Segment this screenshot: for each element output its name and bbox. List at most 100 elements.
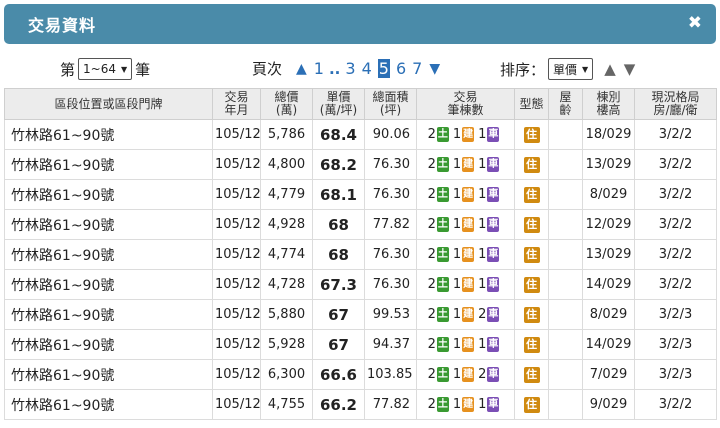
building-badge-icon: 建 xyxy=(462,187,475,202)
cell-address[interactable]: 竹林路61~90號 xyxy=(4,179,213,210)
header-year-month: 交易 年月 xyxy=(212,88,261,120)
land-badge-icon: 土 xyxy=(436,397,449,412)
building-badge-icon: 建 xyxy=(462,307,475,322)
cell-count: 2土1建1車 xyxy=(416,389,515,420)
cell-address[interactable]: 竹林路61~90號 xyxy=(4,119,213,150)
next-page-icon[interactable]: ▼ xyxy=(429,61,440,77)
cell-layout: 3/2/2 xyxy=(634,119,717,150)
building-count: 1 xyxy=(452,337,462,352)
cell-layout: 3/2/2 xyxy=(634,209,717,240)
table-row[interactable]: 竹林路61~90號 105/12 5,928 67 94.37 2 土 1 建 1 車住 14/029… xyxy=(4,329,717,360)
cell-floor: 8/029 xyxy=(582,299,635,330)
table-row[interactable]: 竹林路61~90號 105/12 6,300 66.6 103.85 2 土 1 建 2 車住 7/0… xyxy=(4,359,717,390)
residential-badge-icon: 住 xyxy=(523,336,540,353)
land-badge-icon: 土 xyxy=(436,247,449,262)
close-icon[interactable]: ✖ xyxy=(688,13,702,33)
cell-year-month: 105/12 xyxy=(212,119,261,150)
cell-address[interactable]: 竹林路61~90號 xyxy=(4,269,213,300)
cell-year-month: 105/12 xyxy=(212,149,261,180)
cell-unit-price: 68.1 xyxy=(312,179,365,210)
building-count: 1 xyxy=(452,277,462,292)
cell-address[interactable]: 竹林路61~90號 xyxy=(4,239,213,270)
cell-address[interactable]: 竹林路61~90號 xyxy=(4,299,213,330)
page-link-1[interactable]: 1 xyxy=(314,59,324,78)
page-link-7[interactable]: 7 xyxy=(412,59,422,78)
cell-total-area: 76.30 xyxy=(364,179,417,210)
header-total-area: 總面積 (坪) xyxy=(364,88,417,120)
cell-unit-price: 68 xyxy=(312,209,365,240)
building-count: 1 xyxy=(452,187,462,202)
cell-floor: 14/029 xyxy=(582,269,635,300)
cell-total-price: 4,755 xyxy=(260,389,313,420)
residential-badge-icon: 住 xyxy=(523,186,540,203)
cell-count: 2土1建1車 xyxy=(416,239,515,270)
table-row[interactable]: 竹林路61~90號 105/12 4,928 68 77.82 2 土 1 建 1 車住 12/029… xyxy=(4,209,717,240)
cell-type: 住 xyxy=(514,359,549,390)
building-count: 1 xyxy=(452,307,462,322)
building-count: 1 xyxy=(452,157,462,172)
sort-ascending-icon[interactable]: ▲ xyxy=(604,60,616,78)
cell-age xyxy=(548,209,583,240)
chevron-down-icon: ▼ xyxy=(120,64,128,74)
cell-year-month: 105/12 xyxy=(212,329,261,360)
building-count: 1 xyxy=(452,247,462,262)
table-row[interactable]: 竹林路61~90號 105/12 4,779 68.1 76.30 2 土 1 建 1 車住 8/02… xyxy=(4,179,717,210)
page-link-6[interactable]: 6 xyxy=(396,59,406,78)
page-link-3[interactable]: 3 xyxy=(345,59,355,78)
residential-badge-icon: 住 xyxy=(523,156,540,173)
cell-year-month: 105/12 xyxy=(212,239,261,270)
cell-address[interactable]: 竹林路61~90號 xyxy=(4,359,213,390)
cell-age xyxy=(548,119,583,150)
cell-total-price: 5,786 xyxy=(260,119,313,150)
parking-count: 1 xyxy=(478,157,487,172)
table-row[interactable]: 竹林路61~90號 105/12 4,800 68.2 76.30 2 土 1 建 1 車住 13/0… xyxy=(4,149,717,180)
parking-badge-icon: 車 xyxy=(487,217,500,232)
cell-address[interactable]: 竹林路61~90號 xyxy=(4,329,213,360)
cell-address[interactable]: 竹林路61~90號 xyxy=(4,149,213,180)
parking-badge-icon: 車 xyxy=(487,247,500,262)
cell-age xyxy=(548,269,583,300)
range-select-value: 1~64 xyxy=(83,62,116,76)
land-count: 2 xyxy=(427,367,436,382)
page-current: 5 xyxy=(377,59,390,78)
range-select[interactable]: 1~64 ▼ xyxy=(78,58,133,80)
sort-label: 排序： xyxy=(500,60,546,79)
cell-type: 住 xyxy=(514,179,549,210)
cell-layout: 3/2/2 xyxy=(634,239,717,270)
table-row[interactable]: 竹林路61~90號 105/12 5,880 67 99.53 2 土 1 建 2 車住 8/029 3… xyxy=(4,299,717,330)
land-badge-icon: 土 xyxy=(436,367,449,382)
parking-count: 1 xyxy=(478,337,487,352)
sort-select[interactable]: 單價 ▼ xyxy=(548,58,594,80)
table-row[interactable]: 竹林路61~90號 105/12 5,786 68.4 90.06 2 土 1 建 1 車住 18/0… xyxy=(4,119,717,150)
cell-total-area: 103.85 xyxy=(364,359,417,390)
cell-count: 2土1建1車 xyxy=(416,119,515,150)
parking-badge-icon: 車 xyxy=(487,187,500,202)
chevron-down-icon: ▼ xyxy=(582,64,589,74)
cell-unit-price: 67.3 xyxy=(312,269,365,300)
land-count: 2 xyxy=(427,157,436,172)
cell-count: 2土1建1車 xyxy=(416,149,515,180)
cell-floor: 13/029 xyxy=(582,149,635,180)
building-count: 1 xyxy=(452,367,462,382)
land-badge-icon: 土 xyxy=(436,277,449,292)
parking-count: 2 xyxy=(478,367,487,382)
page-link-4[interactable]: 4 xyxy=(362,59,372,78)
parking-badge-icon: 車 xyxy=(487,127,500,142)
building-badge-icon: 建 xyxy=(462,367,475,382)
cell-count: 2土1建1車 xyxy=(416,209,515,240)
cell-total-price: 4,928 xyxy=(260,209,313,240)
table-row[interactable]: 竹林路61~90號 105/12 4,774 68 76.30 2 土 1 建 1 車住 13/029… xyxy=(4,239,717,270)
table-row[interactable]: 竹林路61~90號 105/12 4,728 67.3 76.30 2 土 1 建 1 車住 14/0… xyxy=(4,269,717,300)
cell-unit-price: 68.2 xyxy=(312,149,365,180)
dialog-title: 交易資料 xyxy=(28,16,97,35)
cell-address[interactable]: 竹林路61~90號 xyxy=(4,209,213,240)
sort-descending-icon[interactable]: ▼ xyxy=(624,60,636,78)
cell-total-area: 90.06 xyxy=(364,119,417,150)
table-row[interactable]: 竹林路61~90號 105/12 4,755 66.2 77.82 2 土 1 建 1 車住 9/02… xyxy=(4,389,717,420)
header-total-price: 總價 (萬) xyxy=(260,88,313,120)
cell-total-price: 4,779 xyxy=(260,179,313,210)
cell-layout: 3/2/2 xyxy=(634,149,717,180)
prev-page-icon[interactable]: ▲ xyxy=(296,61,307,77)
cell-address[interactable]: 竹林路61~90號 xyxy=(4,389,213,420)
cell-unit-price: 66.6 xyxy=(312,359,365,390)
